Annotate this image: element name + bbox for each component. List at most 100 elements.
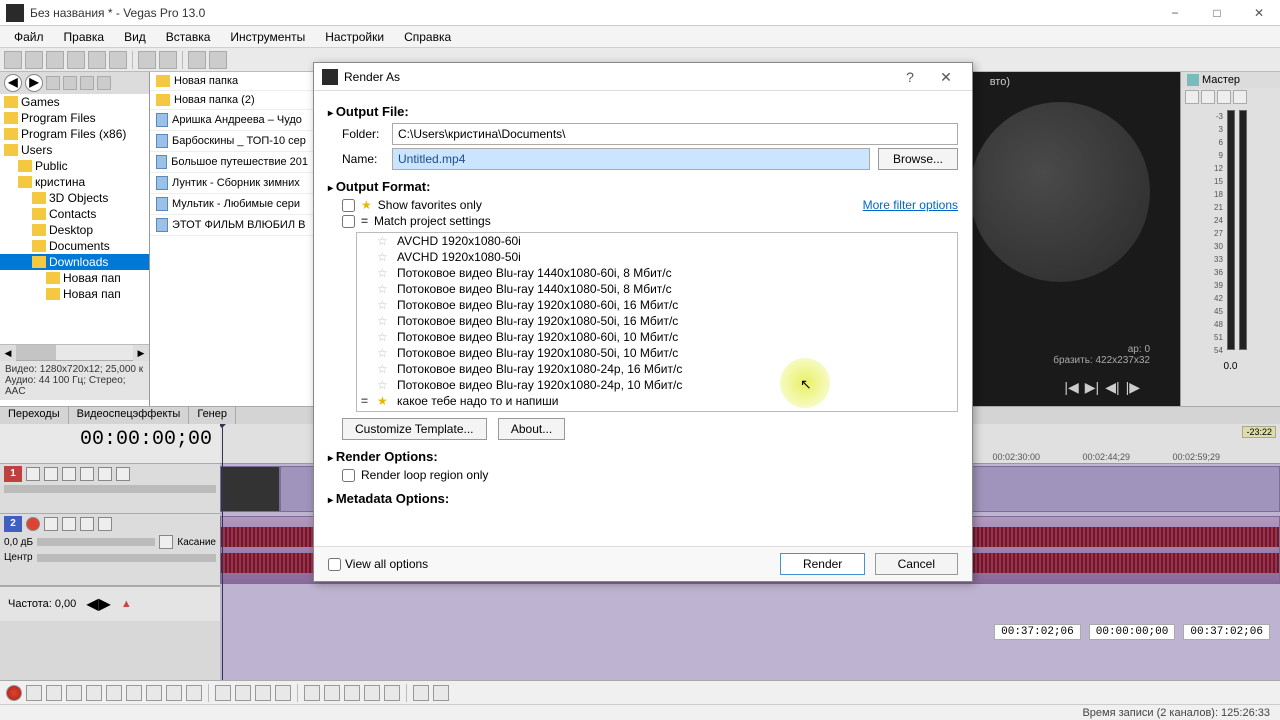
lock-icon[interactable] [384, 685, 400, 701]
render-loop-checkbox[interactable] [342, 469, 355, 482]
snap-icon[interactable] [304, 685, 320, 701]
customize-template-button[interactable]: Customize Template... [342, 418, 487, 440]
file-item[interactable]: Лунтик - Сборник зимних [150, 173, 314, 194]
play-icon[interactable] [66, 685, 82, 701]
track-mute-icon[interactable] [80, 517, 94, 531]
tree-item[interactable]: Contacts [0, 206, 149, 222]
mixer-ico4[interactable] [1233, 90, 1247, 104]
render-button[interactable]: Render [780, 553, 865, 575]
tool-select-icon[interactable] [255, 685, 271, 701]
new-icon[interactable] [4, 51, 22, 69]
name-input[interactable] [392, 148, 870, 170]
menu-view[interactable]: Вид [114, 28, 156, 46]
help-button[interactable]: ? [892, 63, 928, 91]
record-icon[interactable] [6, 685, 22, 701]
timecode-display[interactable]: 00:00:00;00 [0, 424, 220, 464]
cancel-button[interactable]: Cancel [875, 553, 958, 575]
auto-crossfade-icon[interactable] [344, 685, 360, 701]
maximize-button[interactable]: □ [1196, 0, 1238, 26]
menu-file[interactable]: Файл [4, 28, 54, 46]
tool-zoom-icon[interactable] [275, 685, 291, 701]
undo-icon[interactable] [188, 51, 206, 69]
file-item[interactable]: Барбоскины _ ТОП-10 сер [150, 131, 314, 152]
prev-icon[interactable] [166, 685, 182, 701]
nav-newfolder-icon[interactable] [97, 76, 111, 90]
tree-item[interactable]: Новая пап [0, 286, 149, 302]
audio-track-header[interactable]: 2 0,0 дБ Касание Центр [0, 514, 220, 586]
tree-item[interactable]: Games [0, 94, 149, 110]
playhead[interactable] [222, 424, 223, 680]
next-frame-icon[interactable]: |▶ [1126, 379, 1140, 396]
tab-generators[interactable]: Генер [189, 407, 236, 424]
format-option[interactable]: Потоковое видео Blu-ray 1440x1080-60i, 8… [357, 265, 957, 281]
browse-button[interactable]: Browse... [878, 148, 958, 170]
track-solo-icon[interactable] [98, 517, 112, 531]
folder-input[interactable] [392, 123, 958, 145]
file-list[interactable]: Новая папкаНовая папка (2)Аришка Андреев… [150, 72, 315, 406]
mixer-ico1[interactable] [1185, 90, 1199, 104]
tool-envelope-icon[interactable] [235, 685, 251, 701]
tree-item[interactable]: Users [0, 142, 149, 158]
go-start-icon[interactable] [126, 685, 142, 701]
file-item[interactable]: Новая папка [150, 72, 314, 91]
track-fx-icon[interactable] [26, 467, 40, 481]
file-item[interactable]: Большое путешествие 201 [150, 152, 314, 173]
open-icon[interactable] [25, 51, 43, 69]
format-option[interactable]: AVCHD 1920x1080-50i [357, 249, 957, 265]
format-option[interactable]: Потоковое видео Blu-ray 1920x1080-24p, 1… [357, 361, 957, 377]
format-option[interactable]: какое тебе надо то и напиши [357, 393, 957, 409]
tree-item[interactable]: Desktop [0, 222, 149, 238]
mixer-ico2[interactable] [1201, 90, 1215, 104]
section-metadata[interactable]: Metadata Options: [328, 491, 958, 506]
file-item[interactable]: Мультик - Любимые сери [150, 194, 314, 215]
mixer-ico3[interactable] [1217, 90, 1231, 104]
track-automation-icon[interactable] [62, 517, 76, 531]
dialog-titlebar[interactable]: Render As ? ✕ [314, 63, 972, 91]
more-filter-link[interactable]: More filter options [863, 198, 958, 212]
render-icon[interactable] [67, 51, 85, 69]
tree-item[interactable]: Program Files [0, 110, 149, 126]
track-vol-slider[interactable] [37, 538, 155, 546]
close-button[interactable]: ✕ [1238, 0, 1280, 26]
nav-delete-icon[interactable] [80, 76, 94, 90]
copy-icon[interactable] [109, 51, 127, 69]
tree-hscroll[interactable]: ◀▶ [0, 344, 149, 360]
tab-videofx[interactable]: Видеоспецэффекты [69, 407, 190, 424]
menu-tools[interactable]: Инструменты [220, 28, 315, 46]
format-option[interactable]: Потоковое видео Blu-ray 1920x1080-50i, 1… [357, 345, 957, 361]
stop-icon[interactable] [106, 685, 122, 701]
tree-item[interactable]: Documents [0, 238, 149, 254]
tree-item[interactable]: Downloads [0, 254, 149, 270]
quantize-icon[interactable] [364, 685, 380, 701]
track-level-slider[interactable] [4, 485, 216, 493]
format-option[interactable]: Потоковое видео Blu-ray 1920x1080-24p, 1… [357, 377, 957, 393]
pause-icon[interactable] [86, 685, 102, 701]
format-option[interactable]: AVCHD 1920x1080-60i [357, 233, 957, 249]
track-rec-icon[interactable] [26, 517, 40, 531]
region-icon[interactable] [433, 685, 449, 701]
match-project-checkbox[interactable] [342, 215, 355, 228]
nav-fwd-icon[interactable]: ▶ [25, 74, 43, 92]
close-button[interactable]: ✕ [928, 63, 964, 91]
go-end-icon[interactable] [146, 685, 162, 701]
format-list[interactable]: AVCHD 1920x1080-60iAVCHD 1920x1080-50iПо… [356, 232, 958, 412]
loop-icon[interactable] [26, 685, 42, 701]
section-render-options[interactable]: Render Options: [328, 449, 958, 464]
format-option[interactable]: Потоковое видео Blu-ray 1920x1080-50i, 1… [357, 313, 957, 329]
track-motion-icon[interactable] [62, 467, 76, 481]
save-icon[interactable] [46, 51, 64, 69]
file-item[interactable]: Аришка Андреева – Чудо [150, 110, 314, 131]
props-icon[interactable] [88, 51, 106, 69]
tab-transitions[interactable]: Переходы [0, 407, 69, 424]
section-output-format[interactable]: Output Format: [328, 179, 958, 194]
format-option[interactable]: Потоковое видео Blu-ray 1920x1080-60i, 1… [357, 297, 957, 313]
format-option[interactable]: Потоковое видео Blu-ray 1440x1080-50i, 8… [357, 281, 957, 297]
tree-item[interactable]: Public [0, 158, 149, 174]
file-item[interactable]: Новая папка (2) [150, 91, 314, 110]
menu-settings[interactable]: Настройки [315, 28, 394, 46]
track-pan-slider[interactable] [37, 554, 216, 562]
menu-help[interactable]: Справка [394, 28, 461, 46]
rev-play-icon[interactable]: ◀| [1105, 379, 1119, 396]
play-icon[interactable]: ▶| [1085, 379, 1099, 396]
nav-refresh-icon[interactable] [63, 76, 77, 90]
